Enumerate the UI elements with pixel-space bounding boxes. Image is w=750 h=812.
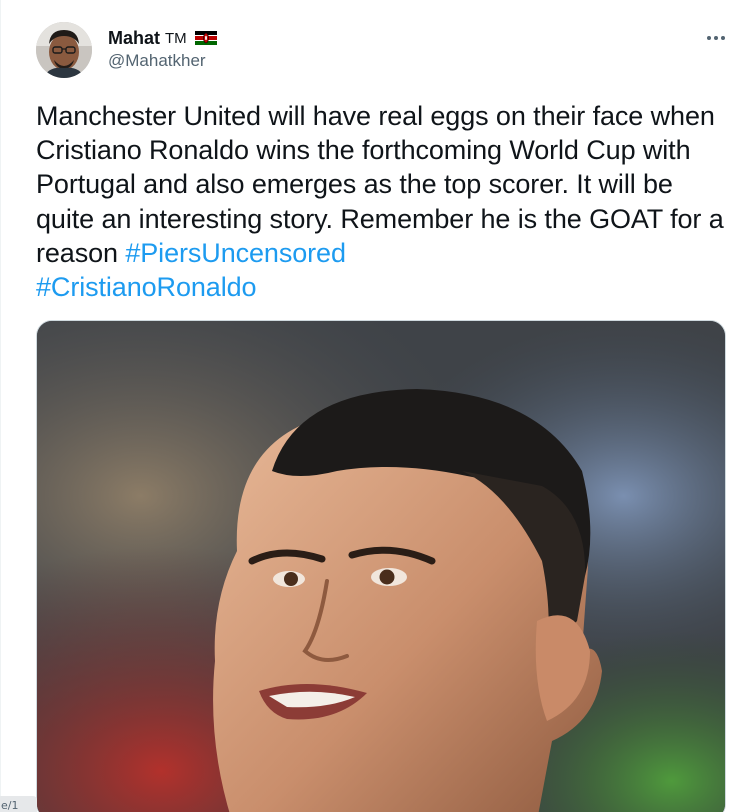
hashtag-cristiano-ronaldo[interactable]: #CristianoRonaldo: [36, 272, 257, 302]
tweet-text: Manchester United will have real eggs on…: [36, 99, 736, 304]
avatar-image: [36, 22, 92, 78]
author-handle[interactable]: @Mahatkher: [108, 51, 206, 71]
trademark-label: TM: [165, 29, 187, 47]
more-options-icon[interactable]: [702, 30, 730, 46]
tweet-card[interactable]: Mahat TM @Mahatkher Manchester United wi…: [0, 0, 750, 812]
author-avatar[interactable]: [36, 22, 92, 78]
player-portrait-image: [37, 321, 725, 812]
kenya-flag-icon: [194, 31, 217, 45]
hashtag-piers-uncensored[interactable]: #PiersUncensored: [125, 238, 346, 268]
corner-chip: e/1: [0, 796, 37, 812]
author-name[interactable]: Mahat: [108, 28, 160, 49]
tweet-photo[interactable]: [36, 320, 726, 812]
author-name-row[interactable]: Mahat TM: [108, 27, 217, 49]
